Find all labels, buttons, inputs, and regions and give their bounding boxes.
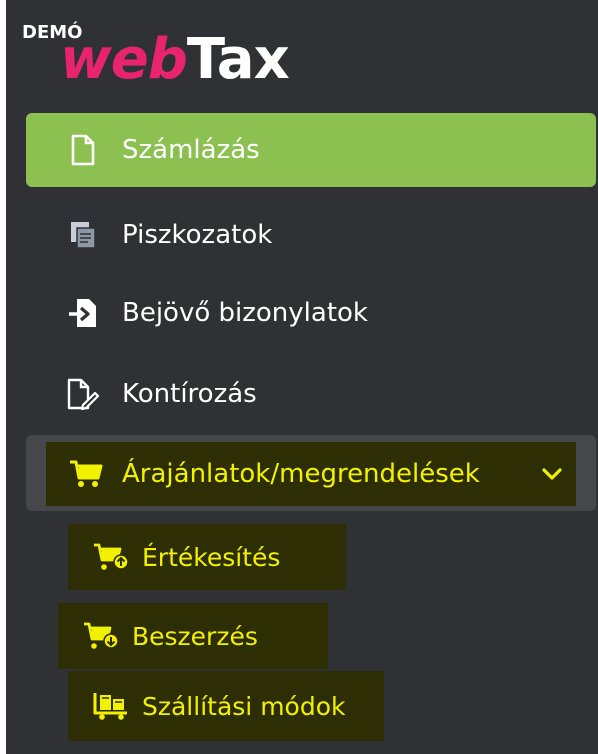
sidebar-subitem-label: Értékesítés bbox=[142, 542, 281, 572]
logo-wordmark: webTax bbox=[60, 32, 290, 88]
sidebar-subitem-label: Beszerzés bbox=[132, 621, 258, 651]
chevron-down-icon[interactable] bbox=[538, 460, 566, 488]
sidebar-subitem-szallitasi-modok[interactable]: Szállítási módok bbox=[68, 671, 384, 741]
sidebar-item-label: Bejövő bizonylatok bbox=[122, 298, 368, 328]
sidebar-item-bejovo-bizonylatok[interactable]: Bejövő bizonylatok bbox=[26, 276, 596, 350]
sidebar-group-arajanlatok[interactable]: Árajánlatok/megrendelések bbox=[46, 442, 576, 506]
cart-download-icon bbox=[82, 619, 120, 653]
shipping-cart-icon bbox=[92, 689, 130, 723]
logo-tax-text: Tax bbox=[186, 27, 290, 92]
sidebar-item-kontirozas[interactable]: Kontírozás bbox=[26, 357, 596, 431]
sidebar-item-piszkozatok[interactable]: Piszkozatok bbox=[26, 198, 596, 272]
cart-icon bbox=[68, 457, 104, 491]
drafts-icon bbox=[66, 218, 100, 252]
sidebar-item-szamlazas[interactable]: Számlázás bbox=[26, 113, 596, 187]
sidebar-group-label: Árajánlatok/megrendelések bbox=[122, 459, 480, 489]
cart-upload-icon bbox=[92, 540, 130, 574]
app-logo[interactable]: DEMÓ webTax bbox=[22, 12, 322, 102]
sidebar-subitem-beszerzes[interactable]: Beszerzés bbox=[58, 603, 328, 669]
sidebar-item-label: Piszkozatok bbox=[122, 220, 273, 250]
sidebar-item-label: Számlázás bbox=[122, 135, 260, 165]
incoming-document-icon bbox=[66, 296, 100, 330]
sidebar-subitem-ertekesites[interactable]: Értékesítés bbox=[68, 524, 346, 590]
document-edit-icon bbox=[66, 377, 100, 411]
logo-web-text: web bbox=[60, 27, 188, 92]
sidebar-subitem-label: Szállítási módok bbox=[142, 691, 346, 721]
document-icon bbox=[66, 133, 100, 167]
sidebar: DEMÓ webTax Számlázás Piszkozatok Bejövő… bbox=[6, 0, 598, 754]
sidebar-item-label: Kontírozás bbox=[122, 379, 257, 409]
